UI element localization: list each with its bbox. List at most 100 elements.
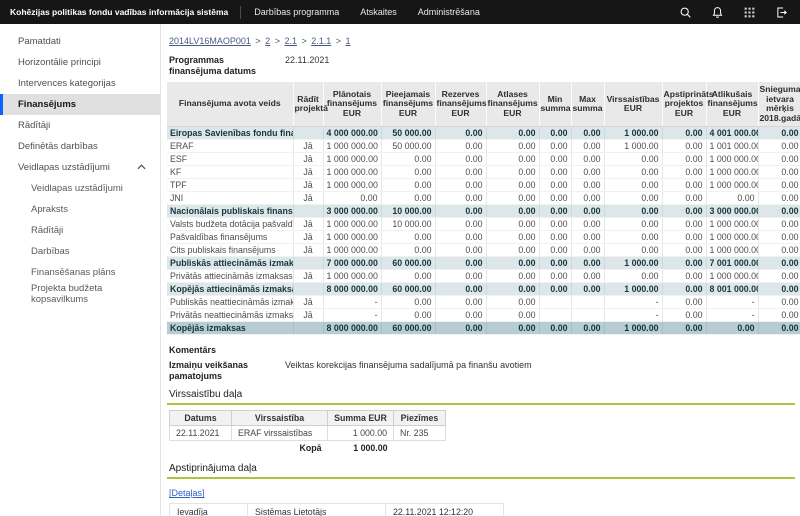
finance-row-show: Jā bbox=[293, 140, 323, 153]
change-reason-value: Veiktas korekcijas finansējuma sadalījum… bbox=[285, 360, 532, 371]
finance-cell: 0.00 bbox=[539, 166, 571, 179]
finance-row-label: Pašvaldības finansējums bbox=[167, 231, 293, 244]
finance-col-header: Finansējuma avota veids bbox=[167, 82, 293, 127]
breadcrumb-link[interactable]: 2.1.1 bbox=[311, 36, 331, 46]
finance-cell: 1 000 000.00 bbox=[323, 179, 381, 192]
notifications-icon[interactable] bbox=[710, 5, 724, 19]
sidebar-item-veidlapas-uzst-d-jumi[interactable]: Veidlapas uzstādījumi bbox=[0, 157, 160, 178]
finance-row: Kopējās attiecināmās izmaksas8 000 000.0… bbox=[167, 283, 800, 296]
topbar-menu-item[interactable]: Administrēšana bbox=[418, 7, 480, 17]
chevron-up-icon[interactable] bbox=[137, 162, 146, 173]
program-date-row: Programmas finansējuma datums 22.11.2021 bbox=[169, 55, 795, 76]
breadcrumb-link[interactable]: 2014LV16MAOP001 bbox=[169, 36, 251, 46]
finance-row: KFJā1 000 000.000.000.000.000.000.000.00… bbox=[167, 166, 800, 179]
finance-cell: 0.00 bbox=[486, 127, 539, 140]
finance-cell: 0.00 bbox=[571, 322, 604, 335]
finance-cell: 8 001 000.00 bbox=[706, 283, 758, 296]
sidebar-item-label: Projekta budžeta kopsavilkums bbox=[31, 283, 160, 305]
commitments-total-value: 1 000.00 bbox=[328, 441, 394, 456]
finance-cell: 0.00 bbox=[604, 218, 662, 231]
finance-cell: 0.00 bbox=[571, 244, 604, 257]
app-switcher-icon[interactable] bbox=[742, 5, 756, 19]
sidebar-item-intervences-kategorijas[interactable]: Intervences kategorijas bbox=[0, 73, 160, 94]
finance-cell: 0.00 bbox=[381, 309, 435, 322]
finance-cell: 1 000 000.00 bbox=[323, 218, 381, 231]
finance-cell: 50 000.00 bbox=[381, 140, 435, 153]
sidebar-item-pamatdati[interactable]: Pamatdati bbox=[0, 31, 160, 52]
finance-cell: 8 000 000.00 bbox=[323, 283, 381, 296]
finance-col-header: Rādīt projektā bbox=[293, 82, 323, 127]
finance-cell: 0.00 bbox=[571, 231, 604, 244]
finance-cell: 0.00 bbox=[662, 127, 706, 140]
sidebar-item-projekta-bud-eta-kopsavilkums[interactable]: Projekta budžeta kopsavilkums bbox=[0, 283, 160, 304]
sidebar-item-darb-bas[interactable]: Darbības bbox=[0, 241, 160, 262]
finance-cell: 1 000.00 bbox=[604, 257, 662, 270]
finance-cell: 4 001 000.00 bbox=[706, 127, 758, 140]
finance-col-header: Plānotais finansējums EUR bbox=[323, 82, 381, 127]
finance-cell: 0.00 bbox=[435, 283, 486, 296]
finance-cell: 0.00 bbox=[662, 153, 706, 166]
finance-cell: 0.00 bbox=[662, 244, 706, 257]
finance-row-show bbox=[293, 322, 323, 335]
breadcrumb-separator: > bbox=[272, 36, 282, 46]
sidebar-item-apraksts[interactable]: Apraksts bbox=[0, 199, 160, 220]
finance-cell: 0.00 bbox=[381, 179, 435, 192]
sidebar-item-label: Horizontālie principi bbox=[18, 57, 101, 68]
finance-row-label: Publiskās neattiecināmās izmaksas bbox=[167, 296, 293, 309]
breadcrumb-link[interactable]: 2.1 bbox=[284, 36, 297, 46]
finance-cell: 0.00 bbox=[486, 244, 539, 257]
finance-cell: 1 000 000.00 bbox=[323, 231, 381, 244]
sidebar-item-veidlapas-uzst-d-jumi[interactable]: Veidlapas uzstādījumi bbox=[0, 178, 160, 199]
finance-cell: 1 000.00 bbox=[604, 322, 662, 335]
finance-header-row: Finansējuma avota veidsRādīt projektāPlā… bbox=[167, 82, 800, 127]
finance-cell: 0.00 bbox=[435, 205, 486, 218]
topbar-menu-item[interactable]: Atskaites bbox=[360, 7, 397, 17]
topbar-menu-item[interactable]: Darbības programma bbox=[254, 7, 339, 17]
finance-row: Privātās attiecināmās izmaksasJā1 000 00… bbox=[167, 270, 800, 283]
finance-cell: 1 000 000.00 bbox=[323, 153, 381, 166]
breadcrumb-link[interactable]: 1 bbox=[346, 36, 351, 46]
finance-row: Nacionālais publiskais finansējums3 000 … bbox=[167, 205, 800, 218]
finance-cell: 0.00 bbox=[381, 296, 435, 309]
sidebar-item-label: Rādītāji bbox=[18, 120, 50, 131]
logout-icon[interactable] bbox=[774, 5, 788, 19]
finance-cell: - bbox=[604, 296, 662, 309]
breadcrumb-link[interactable]: 2 bbox=[265, 36, 270, 46]
finance-cell: 0.00 bbox=[662, 322, 706, 335]
finance-cell: 0.00 bbox=[539, 192, 571, 205]
sidebar-item-label: Veidlapas uzstādījumi bbox=[31, 183, 123, 194]
finance-cell: 0.00 bbox=[758, 127, 800, 140]
finance-cell: 0.00 bbox=[662, 231, 706, 244]
finance-col-header: Min summa bbox=[539, 82, 571, 127]
finance-cell: 0.00 bbox=[662, 309, 706, 322]
finance-cell: 0.00 bbox=[571, 153, 604, 166]
finance-cell: 1 000 000.00 bbox=[323, 244, 381, 257]
finance-cell: 1 000.00 bbox=[604, 283, 662, 296]
approval-table: IevadījaSistēmas Lietotājs22.11.2021 12:… bbox=[169, 503, 542, 516]
sidebar-item-finans-jums[interactable]: Finansējums bbox=[0, 94, 160, 115]
details-link[interactable]: [Detaļas] bbox=[169, 488, 205, 498]
sidebar-item-r-d-t-ji[interactable]: Rādītāji bbox=[0, 220, 160, 241]
finance-col-header: Max summa bbox=[571, 82, 604, 127]
finance-cell: 7 001 000.00 bbox=[706, 257, 758, 270]
topbar: Kohēzijas politikas fondu vadības inform… bbox=[0, 0, 800, 24]
sidebar-item-defin-t-s-darb-bas[interactable]: Definētās darbības bbox=[0, 136, 160, 157]
program-date-value: 22.11.2021 bbox=[285, 55, 329, 66]
sidebar-item-r-d-t-ji[interactable]: Rādītāji bbox=[0, 115, 160, 136]
finance-cell: 0.00 bbox=[758, 257, 800, 270]
finance-cell: 10 000.00 bbox=[381, 218, 435, 231]
finance-row-label: ERAF bbox=[167, 140, 293, 153]
sidebar-item-finans-anas-pl-ns[interactable]: Finansēšanas plāns bbox=[0, 262, 160, 283]
search-icon[interactable] bbox=[678, 5, 692, 19]
finance-cell: 1 000.00 bbox=[604, 127, 662, 140]
finance-cell: 0.00 bbox=[604, 179, 662, 192]
finance-row-show: Jā bbox=[293, 192, 323, 205]
finance-cell: 0.00 bbox=[604, 153, 662, 166]
finance-row-show: Jā bbox=[293, 270, 323, 283]
finance-row: Privātās neattiecināmās izmaksasJā-0.000… bbox=[167, 309, 800, 322]
topbar-divider bbox=[240, 6, 241, 19]
finance-cell bbox=[539, 309, 571, 322]
finance-cell: 0.00 bbox=[435, 153, 486, 166]
finance-cell: 0.00 bbox=[758, 179, 800, 192]
sidebar-item-horizont-lie-principi[interactable]: Horizontālie principi bbox=[0, 52, 160, 73]
